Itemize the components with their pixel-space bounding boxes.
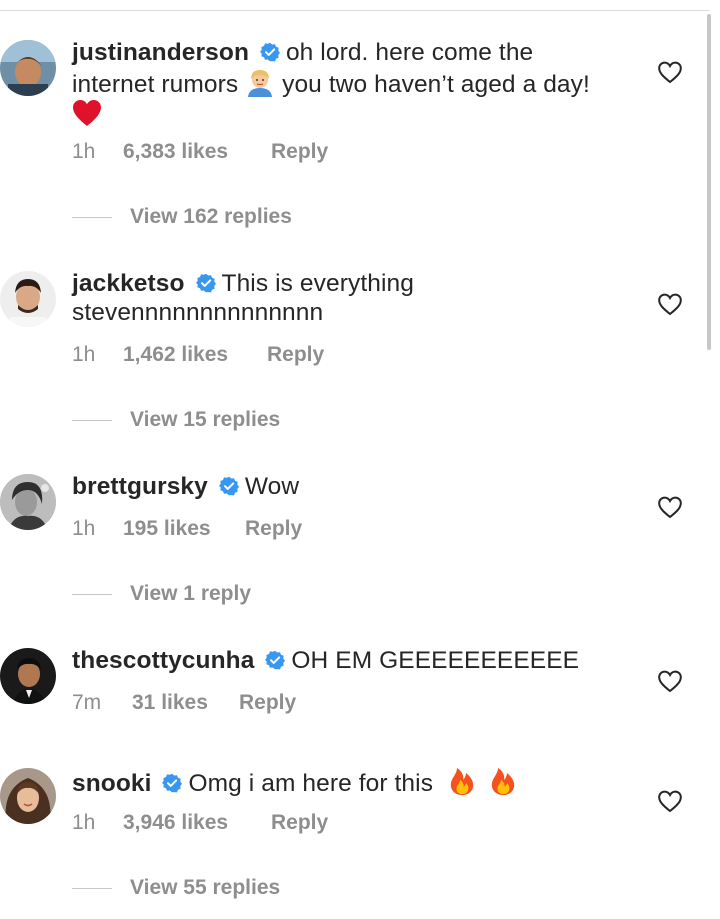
reply-button[interactable]: Reply xyxy=(239,689,296,717)
comment-likes[interactable]: 1,462 likes xyxy=(123,341,267,369)
comment-meta: 1h 1,462 likes Reply xyxy=(72,341,324,369)
comment-username[interactable]: jackketso xyxy=(72,270,185,297)
avatar[interactable] xyxy=(0,768,56,824)
reply-button[interactable]: Reply xyxy=(267,341,324,369)
comment-text: snooki Omg i am here for this xyxy=(72,766,612,798)
comment-username[interactable]: brettgursky xyxy=(72,473,208,500)
replies-divider xyxy=(72,593,112,595)
comment-likes[interactable]: 3,946 likes xyxy=(123,809,271,837)
replies-divider xyxy=(72,216,112,218)
reply-button[interactable]: Reply xyxy=(271,809,328,837)
verified-badge-icon xyxy=(265,650,286,670)
comment-text: justinanderson oh lord. here come the in… xyxy=(72,38,612,129)
heart-outline-icon[interactable] xyxy=(657,669,683,693)
avatar[interactable] xyxy=(0,271,56,327)
comment-body: OH EM GEEEEEEEEEEE xyxy=(291,647,580,674)
comment-meta: 7m 31 likes Reply xyxy=(72,689,296,717)
avatar[interactable] xyxy=(0,648,56,704)
comment-time: 1h xyxy=(72,811,96,834)
verified-badge-icon xyxy=(259,42,280,62)
view-replies-label: View 162 replies xyxy=(130,205,292,228)
comment-username[interactable]: thescottycunha xyxy=(72,647,254,674)
comment-time: 1h xyxy=(72,343,96,366)
verified-badge-icon xyxy=(162,773,183,793)
heart-outline-icon[interactable] xyxy=(657,60,683,84)
comment-text: brettgursky Wow xyxy=(72,472,612,501)
replies-divider xyxy=(72,887,112,889)
verified-badge-icon xyxy=(195,273,216,293)
comment-meta: 1h 3,946 likes Reply xyxy=(72,809,328,837)
verified-badge-icon xyxy=(218,476,239,496)
comment-username[interactable]: justinanderson xyxy=(72,39,249,66)
heart-outline-icon[interactable] xyxy=(657,789,683,813)
comment-body: Omg i am here for this xyxy=(188,770,434,797)
comment-likes[interactable]: 31 likes xyxy=(132,689,239,717)
view-replies-label: View 1 reply xyxy=(130,582,252,605)
comment-meta: 1h 6,383 likes Reply xyxy=(72,138,328,166)
avatar[interactable] xyxy=(0,40,56,96)
avatar[interactable] xyxy=(0,474,56,530)
comment-likes[interactable]: 6,383 likes xyxy=(123,138,271,166)
heart-outline-icon[interactable] xyxy=(657,495,683,519)
view-replies-button[interactable]: View 55 replies xyxy=(72,873,280,903)
comment-time: 1h xyxy=(72,140,96,163)
view-replies-button[interactable]: View 162 replies xyxy=(72,202,292,232)
person-blond-emoji xyxy=(248,70,273,97)
view-replies-button[interactable]: View 15 replies xyxy=(72,405,280,435)
view-replies-label: View 15 replies xyxy=(130,408,281,431)
reply-button[interactable]: Reply xyxy=(245,515,302,543)
comment-meta: 1h 195 likes Reply xyxy=(72,515,302,543)
view-replies-button[interactable]: View 1 reply xyxy=(72,579,251,609)
fire-emoji xyxy=(450,768,474,795)
comment-text: jackketso This is everything stevennnnnn… xyxy=(72,269,612,327)
fire-emoji xyxy=(491,768,515,795)
reply-button[interactable]: Reply xyxy=(271,138,328,166)
comment-time: 1h xyxy=(72,517,96,540)
view-replies-label: View 55 replies xyxy=(130,876,281,899)
heart-outline-icon[interactable] xyxy=(657,292,683,316)
red-heart-emoji xyxy=(73,100,101,126)
comment-body-part2: you two haven’t aged a day! xyxy=(282,71,590,98)
top-divider xyxy=(0,10,710,11)
comment-time: 7m xyxy=(72,691,102,714)
comment-body: Wow xyxy=(244,473,300,500)
comment-likes[interactable]: 195 likes xyxy=(123,515,245,543)
comment-username[interactable]: snooki xyxy=(72,770,152,797)
scrollbar[interactable] xyxy=(707,14,711,350)
replies-divider xyxy=(72,419,112,421)
comment-text: thescottycunha OH EM GEEEEEEEEEEE xyxy=(72,646,612,675)
